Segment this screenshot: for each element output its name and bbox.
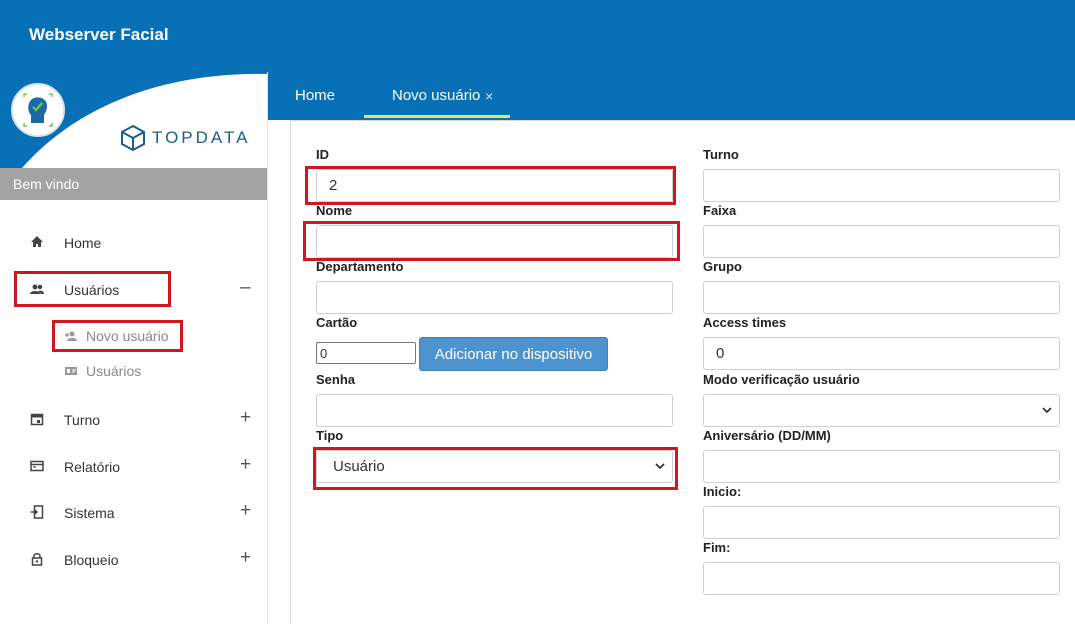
sidebar-subitem-usuarios[interactable]: Usuários — [52, 356, 192, 386]
calendar-icon — [30, 413, 44, 426]
sidebar-banner: TOPDATA — [0, 72, 267, 168]
nome-field[interactable] — [316, 225, 673, 258]
tab-label: Novo usuário — [392, 87, 481, 104]
sidebar-item-label: Turno — [64, 412, 101, 428]
access-times-value: 0 — [716, 345, 725, 362]
fim-field[interactable] — [703, 562, 1060, 595]
top-bar: Webserver Facial — [0, 0, 1075, 72]
faixa-field[interactable] — [703, 225, 1060, 258]
aniversario-label: Aniversário (DD/MM) — [703, 428, 831, 443]
inicio-field[interactable] — [703, 506, 1060, 539]
fim-label: Fim: — [703, 540, 731, 555]
cartao-field[interactable]: 0 — [316, 342, 416, 364]
close-icon[interactable]: × — [485, 88, 493, 104]
lock-icon — [31, 553, 43, 566]
senha-field[interactable] — [316, 394, 673, 427]
welcome-text: Bem vindo — [13, 176, 80, 192]
senha-label: Senha — [316, 372, 356, 387]
sidebar-item-label: Sistema — [64, 505, 115, 521]
expand-icon[interactable]: + — [240, 501, 251, 521]
modo-verificacao-label: Modo verificação usuário — [703, 372, 860, 387]
sidebar-subitem-novo-usuario[interactable]: Novo usuário — [52, 321, 192, 351]
turno-label: Turno — [703, 147, 739, 162]
brand-name: TOPDATA — [152, 128, 251, 147]
sidebar-item-label: Home — [64, 235, 102, 251]
id-label: ID — [316, 147, 329, 162]
tab-bar: Home Novo usuário × — [268, 72, 1075, 120]
tab-novo-usuario[interactable]: Novo usuário × — [364, 72, 510, 118]
inicio-label: Inicio: — [703, 484, 742, 499]
sidebar-item-usuarios[interactable]: Usuários – — [0, 273, 267, 307]
id-card-icon — [65, 367, 77, 375]
expand-icon[interactable]: + — [240, 408, 251, 428]
sidebar-item-home[interactable]: Home — [0, 226, 267, 260]
id-value: 2 — [329, 177, 338, 194]
form-panel: ID 2 Nome Departamento Cartão 0 Adiciona… — [290, 120, 1075, 624]
sidebar-item-bloqueio[interactable]: Bloqueio + — [0, 543, 267, 577]
grupo-label: Grupo — [703, 259, 742, 274]
expand-icon[interactable]: + — [240, 548, 251, 568]
sidebar-item-relatorio[interactable]: Relatório + — [0, 450, 267, 484]
sidebar-item-sistema[interactable]: Sistema + — [0, 496, 267, 530]
sidebar: TOPDATA Bem vindo Home Usuários – Novo u… — [0, 72, 268, 624]
aniversario-field[interactable] — [703, 450, 1060, 483]
chevron-down-icon — [1042, 407, 1052, 414]
sidebar-item-turno[interactable]: Turno + — [0, 403, 267, 437]
sidebar-item-label: Bloqueio — [64, 552, 119, 568]
face-icon — [23, 93, 53, 127]
home-icon — [31, 236, 43, 247]
cartao-value: 0 — [320, 345, 328, 361]
modo-verificacao-select[interactable] — [703, 394, 1060, 427]
add-user-icon — [65, 331, 77, 341]
departamento-label: Departamento — [316, 259, 404, 274]
collapse-icon[interactable]: – — [240, 278, 251, 298]
departamento-field[interactable] — [316, 281, 673, 314]
welcome-bar: Bem vindo — [0, 168, 267, 200]
cartao-label: Cartão — [316, 315, 358, 330]
topdata-cube-icon — [121, 124, 145, 152]
sidebar-subitem-label: Usuários — [86, 363, 142, 379]
tipo-value: Usuário — [333, 458, 385, 475]
turno-field[interactable] — [703, 169, 1060, 202]
tab-label: Home — [295, 87, 336, 104]
report-icon — [30, 460, 44, 472]
access-times-field[interactable]: 0 — [703, 337, 1060, 370]
avatar — [11, 83, 65, 137]
users-icon — [30, 284, 44, 294]
chevron-down-icon — [655, 463, 665, 470]
tipo-label: Tipo — [316, 428, 344, 443]
tab-home[interactable]: Home — [268, 72, 363, 118]
expand-icon[interactable]: + — [240, 455, 251, 475]
nome-label: Nome — [316, 203, 353, 218]
sidebar-item-label: Relatório — [64, 459, 121, 475]
adicionar-no-dispositivo-button[interactable]: Adicionar no dispositivo — [419, 337, 608, 371]
grupo-field[interactable] — [703, 281, 1060, 314]
tipo-select[interactable]: Usuário — [316, 450, 673, 483]
id-field[interactable]: 2 — [316, 169, 673, 202]
access-times-label: Access times — [703, 315, 787, 330]
app-title: Webserver Facial — [29, 25, 169, 44]
sidebar-subitem-label: Novo usuário — [86, 328, 169, 344]
sidebar-item-label: Usuários — [64, 282, 120, 298]
brand-logo: TOPDATA — [120, 124, 250, 152]
faixa-label: Faixa — [703, 203, 737, 218]
system-icon — [31, 505, 44, 519]
